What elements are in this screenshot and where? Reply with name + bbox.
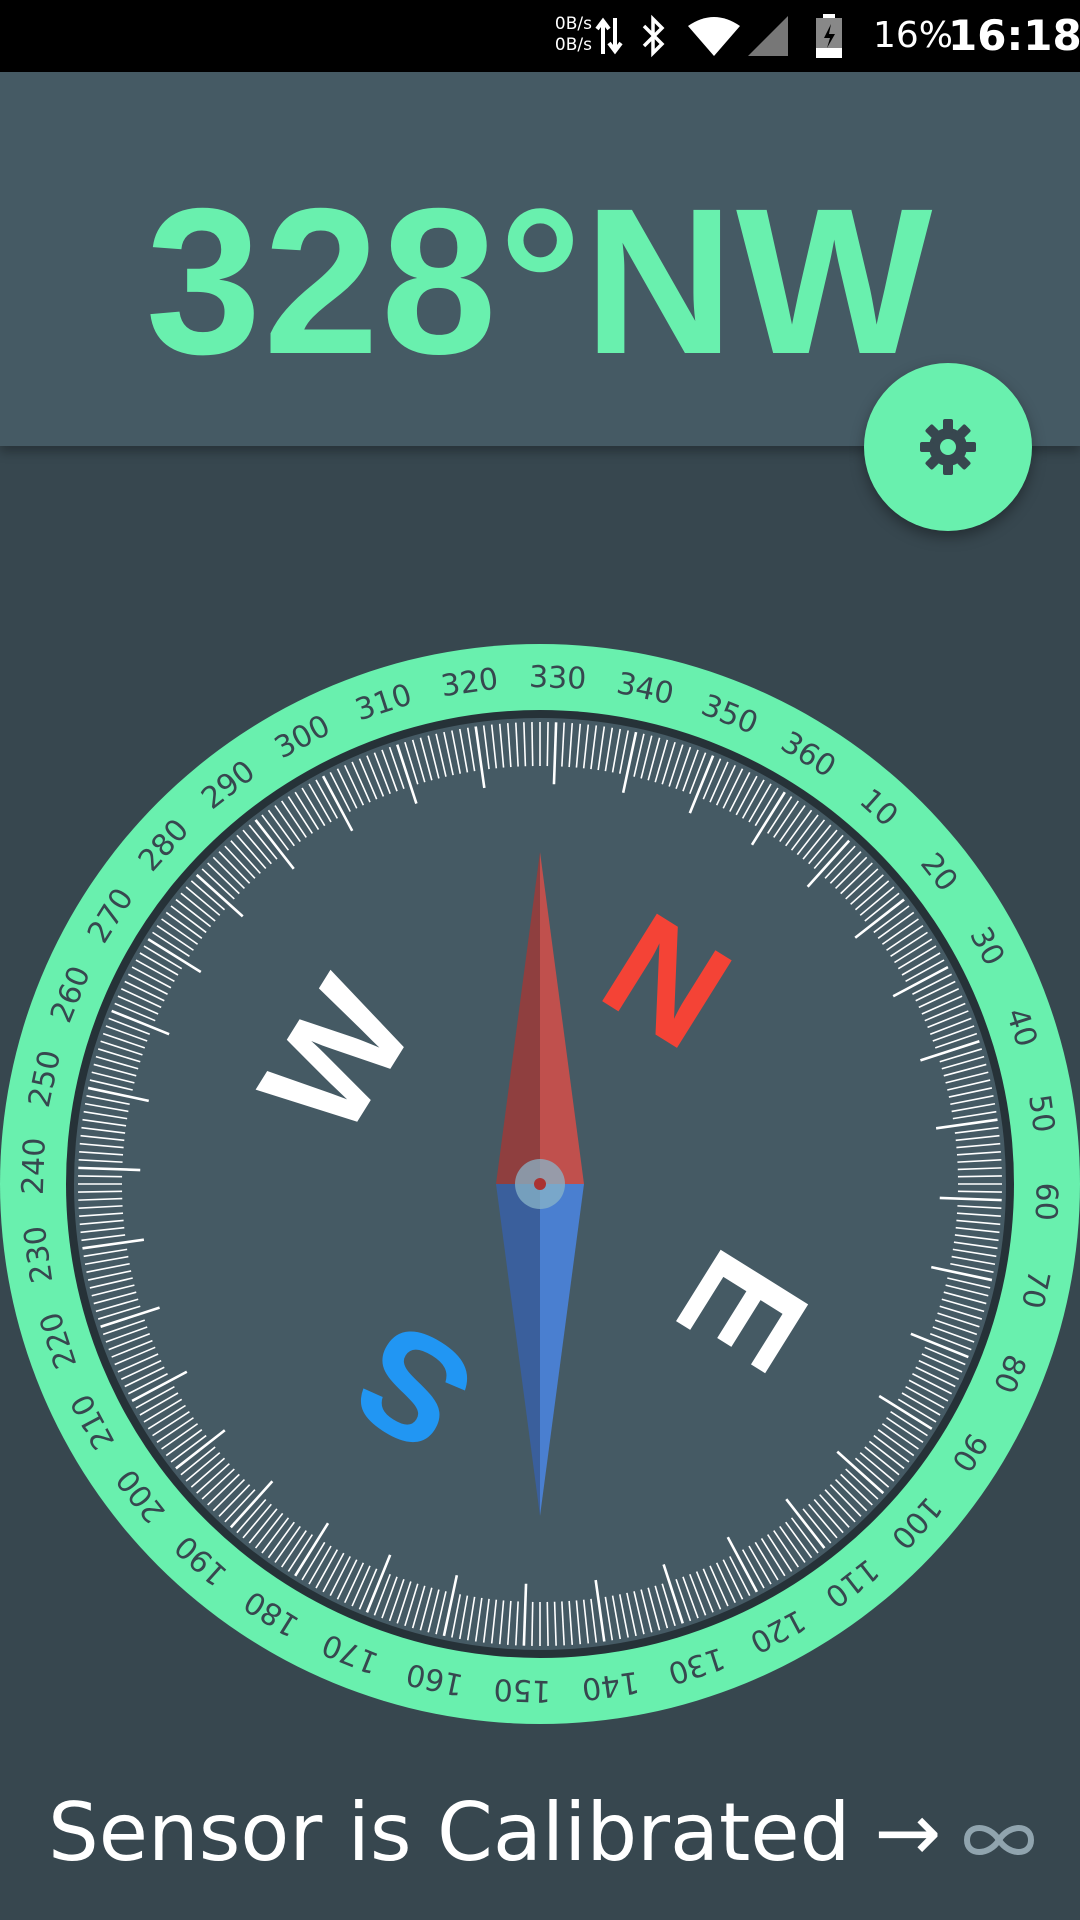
- cell-signal-icon: [748, 16, 788, 56]
- settings-button[interactable]: [864, 363, 1032, 531]
- calibration-status[interactable]: Sensor is Calibrated →: [48, 1778, 1037, 1888]
- clock: 16:18: [948, 11, 1080, 60]
- arrow-icon: →: [874, 1786, 942, 1879]
- infinity-icon: [964, 1825, 1035, 1855]
- heading-readout: 328°NW: [145, 166, 935, 398]
- scale-label: 240: [16, 1137, 53, 1195]
- net-down-speed: 0B/s: [554, 35, 592, 55]
- scale-label: 150: [493, 1671, 551, 1708]
- scale-label: 330: [528, 660, 586, 697]
- scale-label: 50: [1021, 1092, 1061, 1135]
- compass-dial: 1020304050607080901001101201301401501601…: [0, 644, 1080, 1724]
- network-speed: 0B/s 0B/s: [542, 14, 592, 56]
- calibration-text: Sensor is Calibrated: [48, 1786, 851, 1879]
- bluetooth-icon: [642, 14, 665, 58]
- battery-percent: 16%: [873, 15, 954, 56]
- scale-label: 60: [1028, 1182, 1064, 1221]
- data-transfer-icon: [595, 17, 623, 55]
- needle-pivot: [534, 1178, 546, 1190]
- net-up-speed: 0B/s: [554, 14, 592, 34]
- battery-icon: [816, 14, 842, 58]
- wifi-icon: [688, 17, 740, 56]
- gear-icon: [920, 419, 976, 475]
- status-bar: 0B/s 0B/s 16% 16:18: [0, 0, 1080, 72]
